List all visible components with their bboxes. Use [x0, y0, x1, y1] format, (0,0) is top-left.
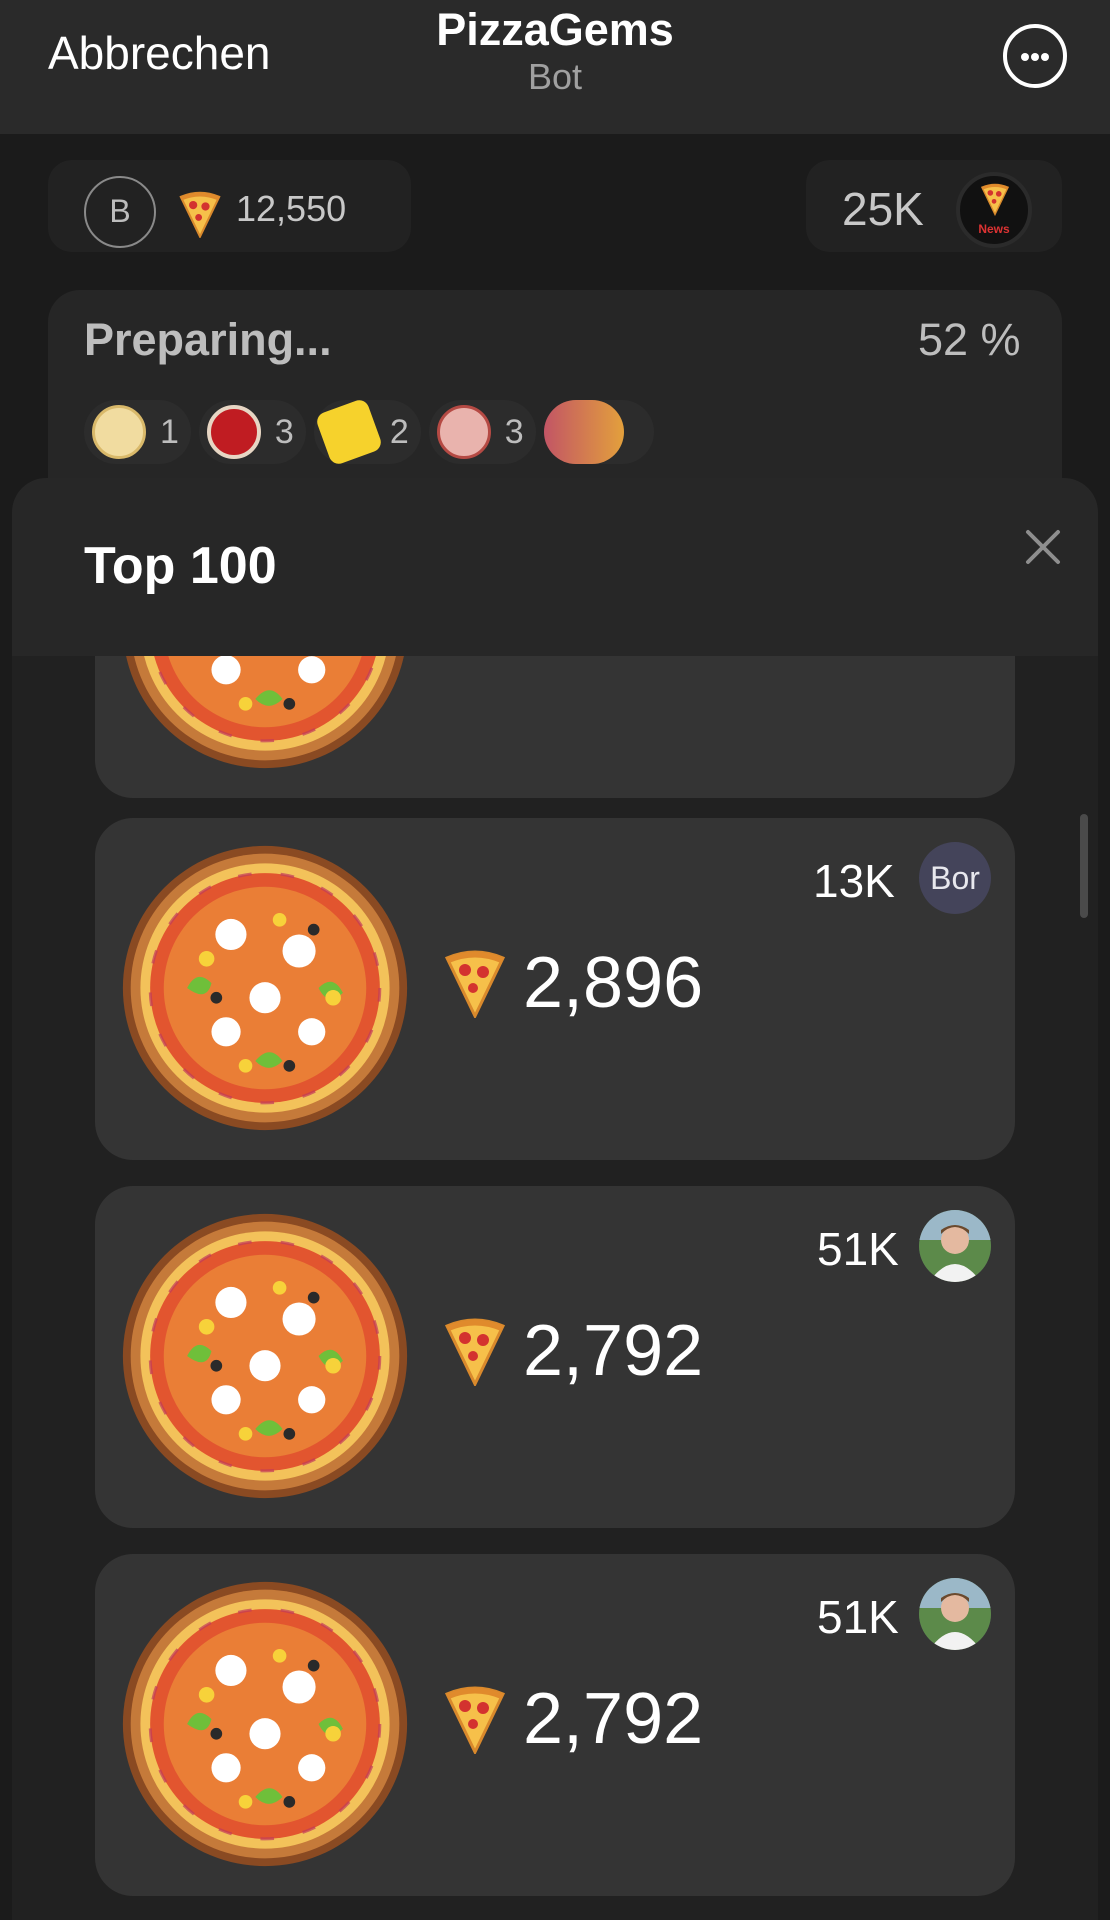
pizza-slice-icon	[176, 190, 224, 238]
preparing-percent: 52 %	[918, 314, 1021, 365]
page: Abbrechen PizzaGems Bot B 12,550 25K New…	[0, 0, 1110, 1920]
app-title: PizzaGems	[436, 4, 674, 55]
avatar-text: Bor	[930, 860, 980, 896]
pizza-image	[119, 842, 411, 1134]
ingredient-count: 2	[389, 412, 409, 451]
preparing-card: Preparing... 52 % 1 3 2 3	[48, 290, 1062, 510]
card-score: 2,792	[523, 1311, 704, 1391]
leaderboard-card[interactable]	[95, 656, 1015, 798]
news-channel-avatar[interactable]: News	[956, 172, 1032, 248]
preparing-title: Preparing...	[84, 314, 332, 365]
owner-avatar[interactable]	[919, 1210, 991, 1282]
pizza-image	[119, 1578, 411, 1870]
news-label: News	[978, 222, 1010, 236]
sheet-title: Top 100	[84, 537, 277, 595]
ham-icon	[436, 405, 491, 459]
title-block: PizzaGems Bot	[0, 4, 1110, 98]
ingredient-ham[interactable]: 3	[428, 400, 536, 464]
cheese-icon	[314, 397, 384, 467]
pizza-image	[119, 1210, 411, 1502]
owner-avatar[interactable]: Bor	[919, 842, 991, 914]
ingredient-count: 3	[274, 412, 294, 451]
leaderboard-list[interactable]: 2,896 13K Bor 2,792 51K 2,792 51K	[12, 656, 1098, 1920]
dough-icon	[92, 405, 146, 459]
app-subtitle: Bot	[527, 56, 583, 97]
card-score: 2,792	[523, 1679, 704, 1759]
ingredient-count: 3	[504, 412, 524, 451]
community-pill[interactable]: 25K News	[806, 160, 1062, 252]
leaderboard-card[interactable]: 2,792 51K	[95, 1186, 1015, 1528]
user-score-pill[interactable]: B 12,550	[48, 160, 411, 252]
more-button[interactable]	[1003, 24, 1067, 88]
scrollbar[interactable]	[1080, 814, 1088, 918]
ingredient-next[interactable]	[543, 400, 654, 464]
owner-avatar[interactable]	[919, 1578, 991, 1650]
pizza-image	[119, 656, 411, 772]
pizza-slice-icon	[443, 948, 507, 1018]
pizza-slice-icon	[443, 1684, 507, 1754]
ingredient-list: 1 3 2 3	[84, 397, 662, 467]
sheet-header: Top 100	[12, 478, 1098, 656]
card-count: 51K	[817, 1591, 899, 1643]
top-100-sheet: Top 100 2,896 13K Bor 2,792 51K 2,792 51…	[12, 478, 1098, 1920]
ingredient-sauce[interactable]: 3	[198, 400, 306, 464]
card-count: 13K	[813, 855, 895, 907]
ingredient-count: 1	[160, 412, 179, 451]
leaderboard-card[interactable]: 2,896 13K Bor	[95, 818, 1015, 1160]
card-count: 51K	[817, 1223, 899, 1275]
card-score: 2,896	[523, 943, 704, 1023]
gradient-ingredient-icon	[543, 400, 624, 464]
ingredient-cheese[interactable]: 2	[313, 397, 421, 467]
ingredient-dough[interactable]: 1	[84, 400, 191, 464]
community-count: 25K	[842, 183, 924, 235]
close-icon[interactable]	[1018, 522, 1068, 572]
top-bar: Abbrechen PizzaGems Bot	[0, 0, 1110, 134]
user-avatar[interactable]: B	[84, 176, 156, 248]
leaderboard-card[interactable]: 2,792 51K	[95, 1554, 1015, 1896]
pizza-slice-icon	[443, 1316, 507, 1386]
pizza-slice-icon	[980, 182, 1010, 216]
user-score: 12,550	[236, 188, 347, 229]
tomato-sauce-icon	[206, 405, 261, 459]
